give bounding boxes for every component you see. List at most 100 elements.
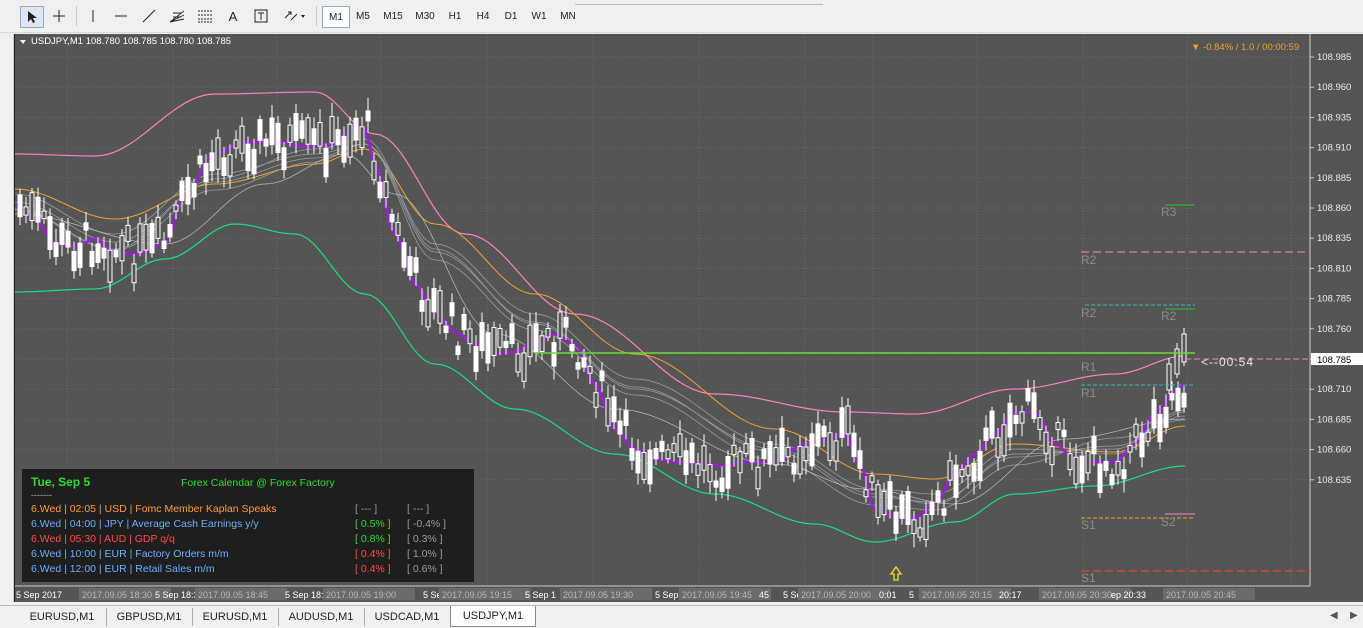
- price-label: 108.935: [1317, 112, 1351, 123]
- chart-symbol-header: USDJPY,M1 108.780 108.785 108.780 108.78…: [31, 36, 231, 47]
- candle-body: [713, 480, 719, 488]
- candle-body: [557, 311, 563, 339]
- candle-body: [671, 443, 677, 453]
- symbol-tab[interactable]: GBPUSD,M1: [106, 608, 193, 626]
- candle-body: [1061, 429, 1067, 438]
- candle-body: [1181, 392, 1187, 408]
- pivot-label: S1: [1081, 571, 1096, 585]
- fibonacci-fan-tool[interactable]: [166, 6, 188, 26]
- candle-body: [1115, 460, 1121, 476]
- candle-body: [959, 469, 965, 477]
- candle-body: [371, 160, 377, 181]
- candle-body: [827, 432, 833, 461]
- candle-body: [521, 352, 527, 382]
- candle-body: [185, 176, 191, 205]
- timeframe-m5[interactable]: M5: [350, 6, 376, 26]
- timeframe-m15[interactable]: M15: [378, 6, 408, 26]
- candle-body: [419, 300, 425, 312]
- horizontal-line-tool[interactable]: [110, 6, 132, 26]
- current-price-label: 108.785: [1317, 355, 1351, 366]
- trendline-tool[interactable]: [138, 6, 160, 26]
- calendar-actual: [ 0.5% ]: [355, 518, 391, 530]
- candle-body: [257, 119, 263, 141]
- candle-body: [683, 450, 689, 476]
- crosshair-icon: [53, 10, 65, 22]
- symbol-tab[interactable]: USDJPY,M1: [450, 606, 536, 627]
- text-label-icon: [254, 9, 268, 23]
- candle-body: [1166, 363, 1172, 391]
- candle-body: [821, 425, 827, 438]
- candle-body: [287, 124, 293, 143]
- time-marker-label: 2017.09.05 19:15: [442, 590, 512, 600]
- candle-body: [1127, 445, 1133, 453]
- candle-body: [299, 120, 305, 139]
- timeframe-w1[interactable]: W1: [526, 6, 552, 26]
- timeframe-h1[interactable]: H1: [442, 6, 468, 26]
- candle-body: [599, 370, 605, 382]
- cursor-tool[interactable]: [20, 6, 44, 28]
- candle-body: [1019, 411, 1025, 424]
- text-label-tool[interactable]: [250, 6, 272, 26]
- fibonacci-retracement-tool[interactable]: [194, 6, 216, 26]
- symbol-tab[interactable]: EURUSD,M1: [192, 608, 279, 626]
- symbol-tab[interactable]: USDCAD,M1: [364, 608, 451, 626]
- candle-body: [1067, 453, 1073, 470]
- crosshair-tool[interactable]: [48, 6, 70, 26]
- candle-body: [509, 323, 515, 345]
- candle-body: [263, 138, 269, 147]
- calendar-date: Tue, Sep 5: [31, 475, 90, 489]
- candle-body: [107, 249, 113, 283]
- toolbar: A M1 M5 M15 M30 H1 H4 D1 W1 MN: [0, 0, 1363, 33]
- time-label: 5 Sep 1: [525, 590, 556, 600]
- vertical-line-tool[interactable]: [82, 6, 104, 26]
- price-chart[interactable]: 108.985 108.960 108.935 108.910 108.885 108.8…: [14, 34, 1363, 602]
- candle-body: [1169, 393, 1175, 401]
- candle-body: [1139, 432, 1145, 458]
- candle-body: [749, 437, 755, 463]
- timeframe-m1[interactable]: M1: [322, 6, 350, 28]
- time-label: 45: [759, 590, 769, 600]
- text-tool[interactable]: A: [222, 6, 244, 26]
- candle-body: [161, 240, 167, 249]
- candle-body: [899, 494, 905, 519]
- candle-body: [665, 449, 671, 460]
- tab-scroll-left-icon[interactable]: ◀: [1330, 610, 1338, 621]
- candle-body: [485, 332, 491, 364]
- candle-body: [1037, 417, 1043, 430]
- candle-body: [1007, 402, 1013, 438]
- timeframe-m30[interactable]: M30: [410, 6, 440, 26]
- chart-canvas[interactable]: 108.985 108.960 108.935 108.910 108.885 108.8…: [15, 34, 1363, 602]
- candle-body: [389, 213, 395, 223]
- candle-body: [1151, 399, 1157, 429]
- candle-body: [497, 327, 503, 348]
- tab-scroll-right-icon[interactable]: ▶: [1350, 610, 1358, 621]
- time-marker-label: 2017.09.05 19:00: [326, 590, 396, 600]
- timeframe-d1[interactable]: D1: [498, 6, 524, 26]
- arrows-tool[interactable]: [280, 6, 310, 26]
- candle-body: [335, 129, 341, 146]
- candle-body: [395, 221, 401, 236]
- timeframe-h4[interactable]: H4: [470, 6, 496, 26]
- pivot-label: S2: [1161, 515, 1176, 529]
- candle-body: [401, 242, 407, 268]
- calendar-event: 6.Wed | 02:05 | USD | Fomc Member Kaplan…: [31, 503, 277, 515]
- price-label: 108.910: [1317, 143, 1351, 154]
- symbol-tab[interactable]: AUDUSD,M1: [278, 608, 365, 626]
- candle-body: [251, 148, 257, 175]
- candle-body: [941, 508, 947, 516]
- horizontal-line-icon: [115, 15, 127, 17]
- timeframe-mn[interactable]: MN: [554, 6, 582, 26]
- candle-body: [731, 444, 737, 456]
- calendar-previous: [ 1.0% ]: [407, 548, 443, 560]
- candle-body: [995, 437, 1001, 458]
- candle-body: [197, 155, 203, 165]
- candle-body: [953, 464, 959, 498]
- symbol-tab[interactable]: EURUSD,M1: [18, 608, 107, 626]
- candle-body: [365, 110, 371, 122]
- candle-body: [317, 122, 323, 147]
- candle-body: [989, 410, 995, 439]
- calendar-previous: [ --- ]: [407, 503, 429, 515]
- candle-body: [689, 442, 695, 464]
- candle-body: [761, 448, 767, 459]
- candle-body: [1175, 387, 1181, 412]
